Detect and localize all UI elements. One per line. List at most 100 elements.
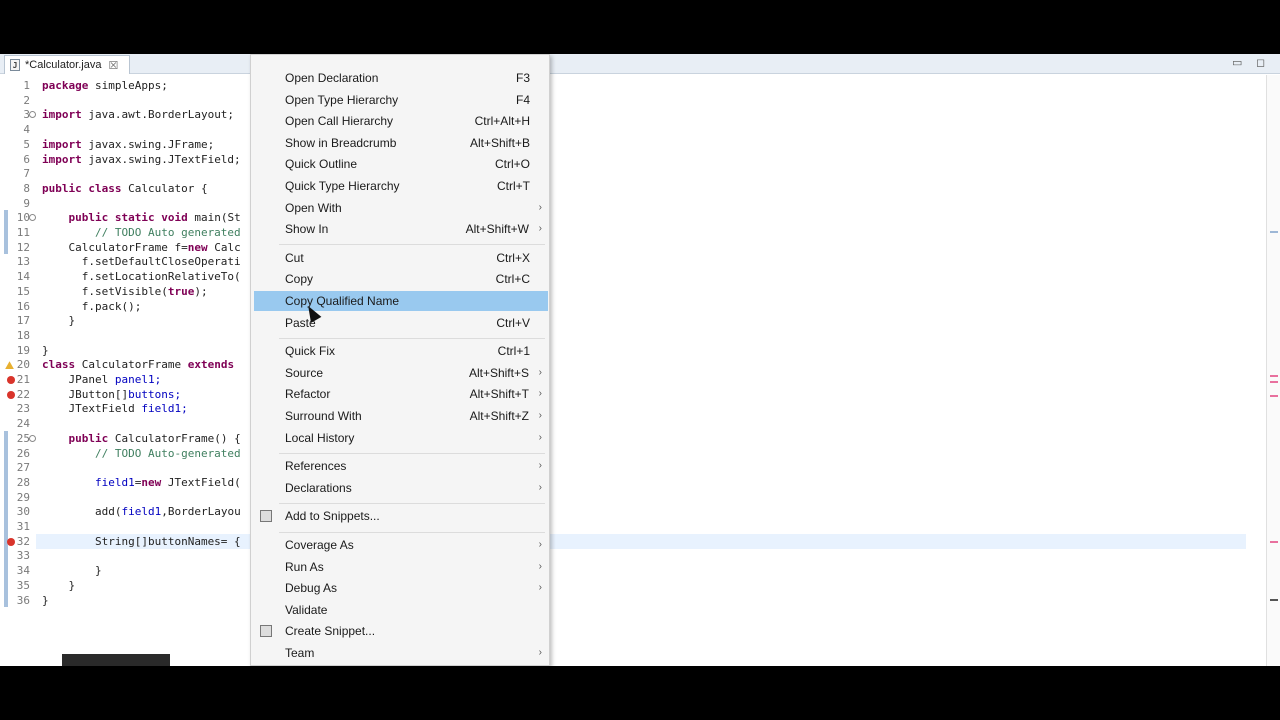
menu-item-copy[interactable]: Copy Ctrl+C xyxy=(254,269,548,289)
menu-item-quick-type-hierarchy[interactable]: Quick Type Hierarchy Ctrl+T xyxy=(254,176,548,196)
code-text: } xyxy=(42,343,49,358)
menu-item-shortcut: F3 xyxy=(515,71,530,85)
error-marker-icon[interactable] xyxy=(7,537,15,546)
code-line[interactable]: 32 String[]buttonNames= { xyxy=(0,534,1266,549)
code-line[interactable]: 14 f.setLocationRelativeTo( xyxy=(0,269,1266,284)
code-line[interactable]: 22 JButton[]buttons; xyxy=(0,387,1266,402)
menu-item-create-snippet[interactable]: Create Snippet... xyxy=(254,621,548,641)
line-number: 31 xyxy=(16,520,30,533)
menu-item-label: Local History xyxy=(285,430,355,445)
code-text: } xyxy=(42,578,75,593)
code-line[interactable]: 28 field1=new JTextField( xyxy=(0,475,1266,490)
code-line[interactable]: 11 // TODO Auto generated xyxy=(0,225,1266,240)
code-line[interactable]: 29 xyxy=(0,490,1266,505)
overview-marker[interactable] xyxy=(1270,375,1278,377)
menu-item-refactor[interactable]: Refactor Alt+Shift+T › xyxy=(254,384,548,404)
vertical-scrollbar[interactable] xyxy=(1254,75,1266,666)
code-line[interactable]: 1 package simpleApps; xyxy=(0,78,1266,93)
code-line[interactable]: 7 xyxy=(0,166,1266,181)
tab-calculator-java[interactable]: J *Calculator.java ☒ xyxy=(4,55,130,74)
code-line[interactable]: 18 xyxy=(0,328,1266,343)
overview-marker[interactable] xyxy=(1270,395,1278,397)
menu-item-source[interactable]: Source Alt+Shift+S › xyxy=(254,363,548,383)
overview-marker[interactable] xyxy=(1270,599,1278,601)
menu-item-show-in-breadcrumb[interactable]: Show in Breadcrumb Alt+Shift+B xyxy=(254,133,548,153)
line-number: 33 xyxy=(16,549,30,563)
code-line[interactable]: 26 // TODO Auto-generated xyxy=(0,446,1266,461)
code-line[interactable]: 21 JPanel panel1; xyxy=(0,372,1266,387)
menu-item-shortcut: Ctrl+C xyxy=(495,272,530,287)
line-number: 9 xyxy=(23,196,30,210)
fold-toggle-icon[interactable] xyxy=(29,111,36,119)
code-line[interactable]: 3 import java.awt.BorderLayout; xyxy=(0,107,1266,122)
code-line[interactable]: 9 xyxy=(0,196,1266,211)
code-line[interactable]: 13 f.setDefaultCloseOperati xyxy=(0,254,1266,269)
code-line[interactable]: 8 public class Calculator { xyxy=(0,181,1266,196)
code-line[interactable]: 30 add(field1,BorderLayou xyxy=(0,504,1266,519)
code-line[interactable]: 27 xyxy=(0,460,1266,475)
overview-marker[interactable] xyxy=(1270,231,1278,233)
menu-item-label: Quick Type Hierarchy xyxy=(285,179,400,193)
menu-item-open-type-hierarchy[interactable]: Open Type Hierarchy F4 xyxy=(254,90,548,110)
code-line[interactable]: 20 class CalculatorFrame extends xyxy=(0,357,1266,372)
menu-item-shortcut: Alt+Shift+Z xyxy=(469,409,529,423)
error-marker-icon[interactable] xyxy=(7,376,15,384)
code-text: f.setVisible(true); xyxy=(42,284,208,299)
menu-item-copy-qualified-name[interactable]: Copy Qualified Name xyxy=(254,291,548,311)
code-line[interactable]: 35 } xyxy=(0,578,1266,593)
submenu-arrow-icon: › xyxy=(538,388,542,400)
menu-item-quick-outline[interactable]: Quick Outline Ctrl+O xyxy=(254,154,548,174)
menu-item-show-in[interactable]: Show In Alt+Shift+W › xyxy=(254,219,548,239)
code-line[interactable]: 6 import javax.swing.JTextField; xyxy=(0,152,1266,167)
overview-ruler[interactable] xyxy=(1266,75,1280,666)
menu-item-coverage-as[interactable]: Coverage As › xyxy=(254,535,548,555)
code-token: import xyxy=(42,152,89,166)
code-line[interactable]: 31 xyxy=(0,519,1266,534)
error-marker-icon[interactable] xyxy=(7,390,15,399)
maximize-icon[interactable]: ◻ xyxy=(1256,56,1265,69)
menu-item-quick-fix[interactable]: Quick Fix Ctrl+1 xyxy=(254,341,548,361)
line-number: 30 xyxy=(16,505,30,519)
menu-item-open-declaration[interactable]: Open Declaration F3 xyxy=(254,68,548,88)
code-line[interactable]: 19} xyxy=(0,343,1266,358)
menu-item-references[interactable]: References › xyxy=(254,456,548,476)
code-line[interactable]: 25 public CalculatorFrame() { xyxy=(0,431,1266,446)
menu-item-local-history[interactable]: Local History › xyxy=(254,428,548,448)
code-line[interactable]: 24 xyxy=(0,416,1266,431)
minimize-icon[interactable]: ▭ xyxy=(1232,56,1242,69)
code-text: JPanel panel1; xyxy=(42,372,161,387)
code-line[interactable]: 15 f.setVisible(true); xyxy=(0,284,1266,299)
overview-marker[interactable] xyxy=(1270,381,1278,383)
code-editor[interactable]: 1 package simpleApps; 2 3 import java.awt.Bo… xyxy=(0,75,1266,666)
menu-item-shortcut: Ctrl+X xyxy=(496,250,530,265)
menu-item-run-as[interactable]: Run As › xyxy=(254,557,548,577)
fold-toggle-icon[interactable] xyxy=(29,214,36,222)
menu-item-surround-with[interactable]: Surround With Alt+Shift+Z › xyxy=(254,406,548,426)
menu-item-paste[interactable]: Paste Ctrl+V xyxy=(254,313,548,333)
code-line[interactable]: 34 } xyxy=(0,563,1266,578)
code-line[interactable]: 10 public static void main(St xyxy=(0,210,1266,225)
code-line[interactable]: 23 JTextField field1; xyxy=(0,401,1266,416)
menu-item-add-to-snippets[interactable]: Add to Snippets... xyxy=(254,506,548,526)
code-token: new xyxy=(187,240,215,254)
line-number: 13 xyxy=(16,255,30,269)
code-token: } xyxy=(42,593,49,607)
code-line[interactable]: 33 xyxy=(0,548,1266,563)
menu-item-debug-as[interactable]: Debug As › xyxy=(254,578,548,598)
code-line[interactable]: 36} xyxy=(0,593,1266,608)
menu-item-cut[interactable]: Cut Ctrl+X xyxy=(254,248,548,268)
code-line[interactable]: 17 } xyxy=(0,313,1266,328)
code-line[interactable]: 16 f.pack(); xyxy=(0,299,1266,314)
fold-toggle-icon[interactable] xyxy=(29,434,36,442)
code-line[interactable]: 12 CalculatorFrame f=new Calc xyxy=(0,240,1266,255)
code-line[interactable]: 5 import javax.swing.JFrame; xyxy=(0,137,1266,152)
menu-item-open-call-hierarchy[interactable]: Open Call Hierarchy Ctrl+Alt+H xyxy=(254,111,548,131)
menu-item-declarations[interactable]: Declarations › xyxy=(254,478,548,498)
menu-item-team[interactable]: Team › xyxy=(254,643,548,663)
menu-item-validate[interactable]: Validate xyxy=(254,600,548,620)
code-line[interactable]: 2 xyxy=(0,93,1266,108)
menu-item-open-with[interactable]: Open With › xyxy=(254,198,548,218)
close-icon[interactable]: ☒ xyxy=(108,59,118,72)
overview-marker[interactable] xyxy=(1270,541,1278,543)
code-line[interactable]: 4 xyxy=(0,122,1266,137)
